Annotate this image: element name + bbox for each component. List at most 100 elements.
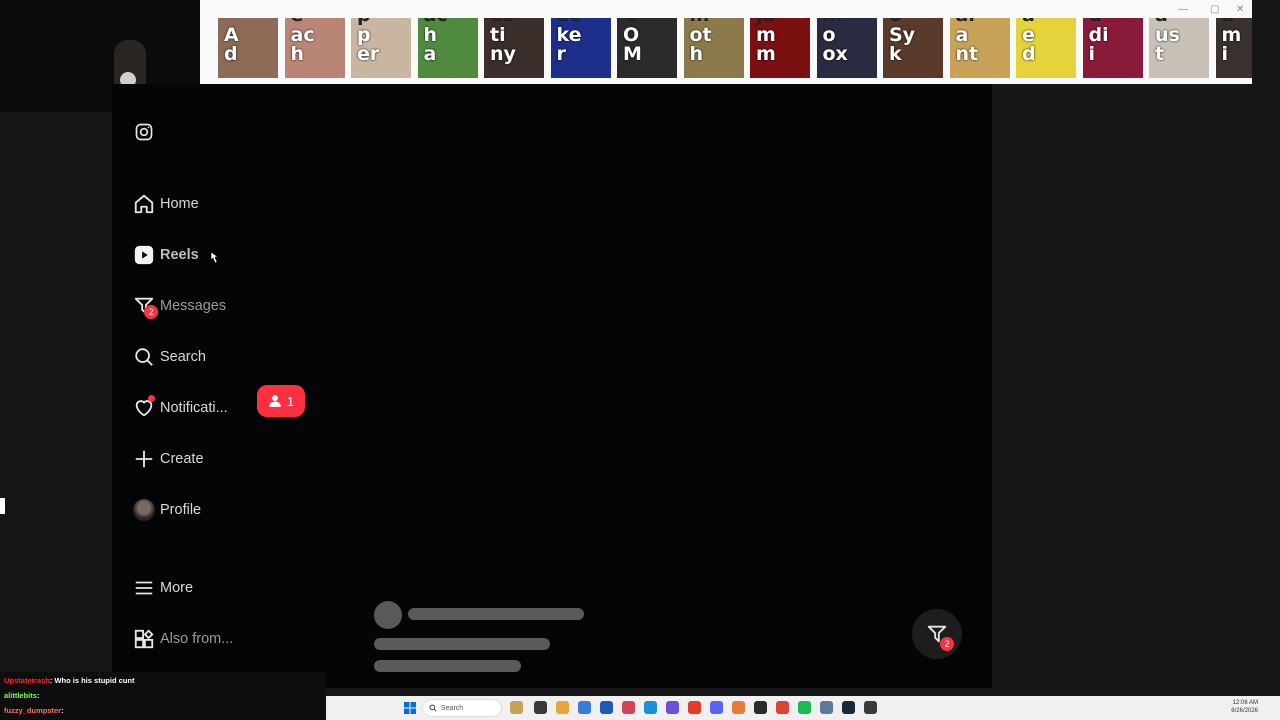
sidebar-item-search[interactable]: Search	[132, 342, 206, 372]
sidebar-item-label: Messages	[160, 298, 227, 314]
sidebar-item-messages[interactable]: 2 Messages	[132, 291, 226, 321]
taskbar-search-placeholder: Search	[441, 704, 464, 712]
taskbar-search[interactable]: Search	[422, 699, 502, 717]
youtube-icon[interactable]	[688, 701, 701, 714]
emote-label: m i	[1221, 24, 1242, 65]
spotify-icon[interactable]	[798, 701, 811, 714]
settings-icon[interactable]	[820, 701, 833, 714]
emote-label: o ox	[822, 24, 848, 65]
menu-icon	[132, 576, 156, 600]
search-icon	[132, 345, 156, 369]
messages-floating-button[interactable]: 2	[912, 609, 962, 659]
messages-badge: 2	[144, 305, 158, 319]
sidebar-item-reels[interactable]: Reels	[132, 240, 199, 270]
emote-label: ot h	[689, 24, 712, 65]
emote-tile: udi i	[1082, 18, 1143, 78]
emote-label: us t	[1155, 24, 1180, 65]
notification-dot	[148, 395, 155, 402]
loading-skeleton-avatar	[374, 601, 402, 629]
sidebar-item-more[interactable]: More	[132, 573, 193, 603]
emote-label: ac h	[290, 24, 315, 65]
profile-avatar	[132, 498, 156, 522]
taskbar-app-icon[interactable]	[578, 701, 591, 714]
emote-tile: ach a	[417, 18, 478, 78]
emote-label: A d	[224, 24, 239, 65]
chat-username: alittlebits	[4, 691, 37, 700]
emote-tile: ecke r	[550, 18, 611, 78]
plus-icon	[132, 447, 156, 471]
emote-label: ke r	[556, 24, 582, 65]
instagram-icon	[132, 120, 156, 144]
chat-text: :	[61, 706, 64, 715]
emote-tile: CO M	[617, 18, 677, 78]
instagram-logo[interactable]	[132, 117, 156, 147]
emote-tile: eac h	[284, 18, 345, 78]
home-icon	[132, 192, 156, 216]
windows-start-icon[interactable]	[404, 702, 416, 714]
emote-tile: mot h	[683, 18, 744, 78]
sidebar-item-create[interactable]: Create	[132, 444, 204, 474]
scroll-marker	[0, 498, 5, 514]
emote-label: Sy k	[889, 24, 916, 65]
follow-count: 1	[286, 393, 295, 409]
chat-text: : Who is his stupid cunt	[49, 676, 135, 685]
sidebar-item-label: Create	[160, 451, 204, 467]
emote-tile: ae d	[1016, 18, 1076, 78]
emote-label: m m	[756, 24, 776, 65]
emote-label: p er	[357, 24, 380, 65]
apps-icon	[132, 627, 156, 651]
sidebar-item-notifications[interactable]: Notificati...	[132, 393, 228, 423]
mouse-cursor-icon	[210, 252, 219, 264]
messages-badge: 2	[940, 637, 954, 651]
taskbar-app-icon[interactable]	[556, 701, 569, 714]
emote-tile: A d	[218, 18, 278, 78]
emote-tile: aus t	[1149, 18, 1209, 78]
follow-notification-popup[interactable]: 1	[257, 385, 305, 417]
taskbar-app-icon[interactable]	[666, 701, 679, 714]
sidebar-item-home[interactable]: Home	[132, 189, 199, 219]
emote-tile: mo ox	[816, 18, 877, 78]
emote-tile: am i	[1215, 18, 1252, 78]
emote-tile: esti ny	[484, 18, 544, 78]
taskbar-app-icon[interactable]	[622, 701, 635, 714]
emote-tile: pp er	[351, 18, 411, 78]
search-icon	[429, 704, 437, 712]
maximize-icon[interactable]: ▢	[1210, 4, 1219, 15]
sidebar-item-label: Notificati...	[160, 400, 228, 416]
emote-label: O M	[623, 24, 642, 65]
sidebar-item-label: Profile	[160, 502, 202, 518]
chat-message: Upstatetrash: Who is his stupid cunt	[4, 676, 134, 685]
loading-skeleton-line	[408, 608, 584, 620]
taskbar-app-icon[interactable]	[534, 701, 547, 714]
emote-label: a nt	[955, 24, 979, 65]
emote-label: di i	[1088, 24, 1109, 65]
sidebar-item-also-from[interactable]: Also from...	[132, 624, 233, 654]
emote-tile: oSy k	[883, 18, 943, 78]
messenger-icon: 2	[132, 294, 158, 319]
clock-date: 6/26/2026	[1231, 708, 1258, 714]
discord-icon[interactable]	[710, 701, 723, 714]
person-icon	[269, 395, 281, 407]
taskbar-app-icon[interactable]	[864, 701, 877, 714]
sidebar-item-profile[interactable]: Profile	[132, 495, 201, 525]
taskbar-app-icon[interactable]	[510, 701, 523, 714]
taskbar-app-icon[interactable]	[754, 701, 767, 714]
taskbar-clock[interactable]: 12:06 AM 6/26/2026	[1231, 699, 1258, 715]
close-icon[interactable]: ✕	[1236, 4, 1244, 15]
chat-message: alittlebits:	[4, 691, 39, 700]
edge-icon[interactable]	[644, 701, 657, 714]
firefox-icon[interactable]	[732, 701, 745, 714]
loading-skeleton-line	[374, 660, 521, 672]
taskbar-app-icon[interactable]	[600, 701, 613, 714]
sidebar-item-label: More	[160, 580, 194, 596]
stream-chat-overlay: Upstatetrash: Who is his stupid cunt ali…	[0, 672, 326, 720]
heart-icon	[132, 395, 156, 420]
clock-time: 12:06 AM	[1232, 700, 1258, 706]
reels-icon	[132, 243, 156, 267]
emote-label: ti ny	[490, 24, 516, 65]
emote-strip: — ▢ ✕ A d eac hpp erach aesti nyecke rCO …	[200, 0, 1252, 84]
minimize-icon[interactable]: —	[1178, 4, 1188, 15]
sidebar-item-label: Home	[160, 196, 199, 212]
steam-icon[interactable]	[842, 701, 855, 714]
chrome-icon[interactable]	[776, 701, 789, 714]
